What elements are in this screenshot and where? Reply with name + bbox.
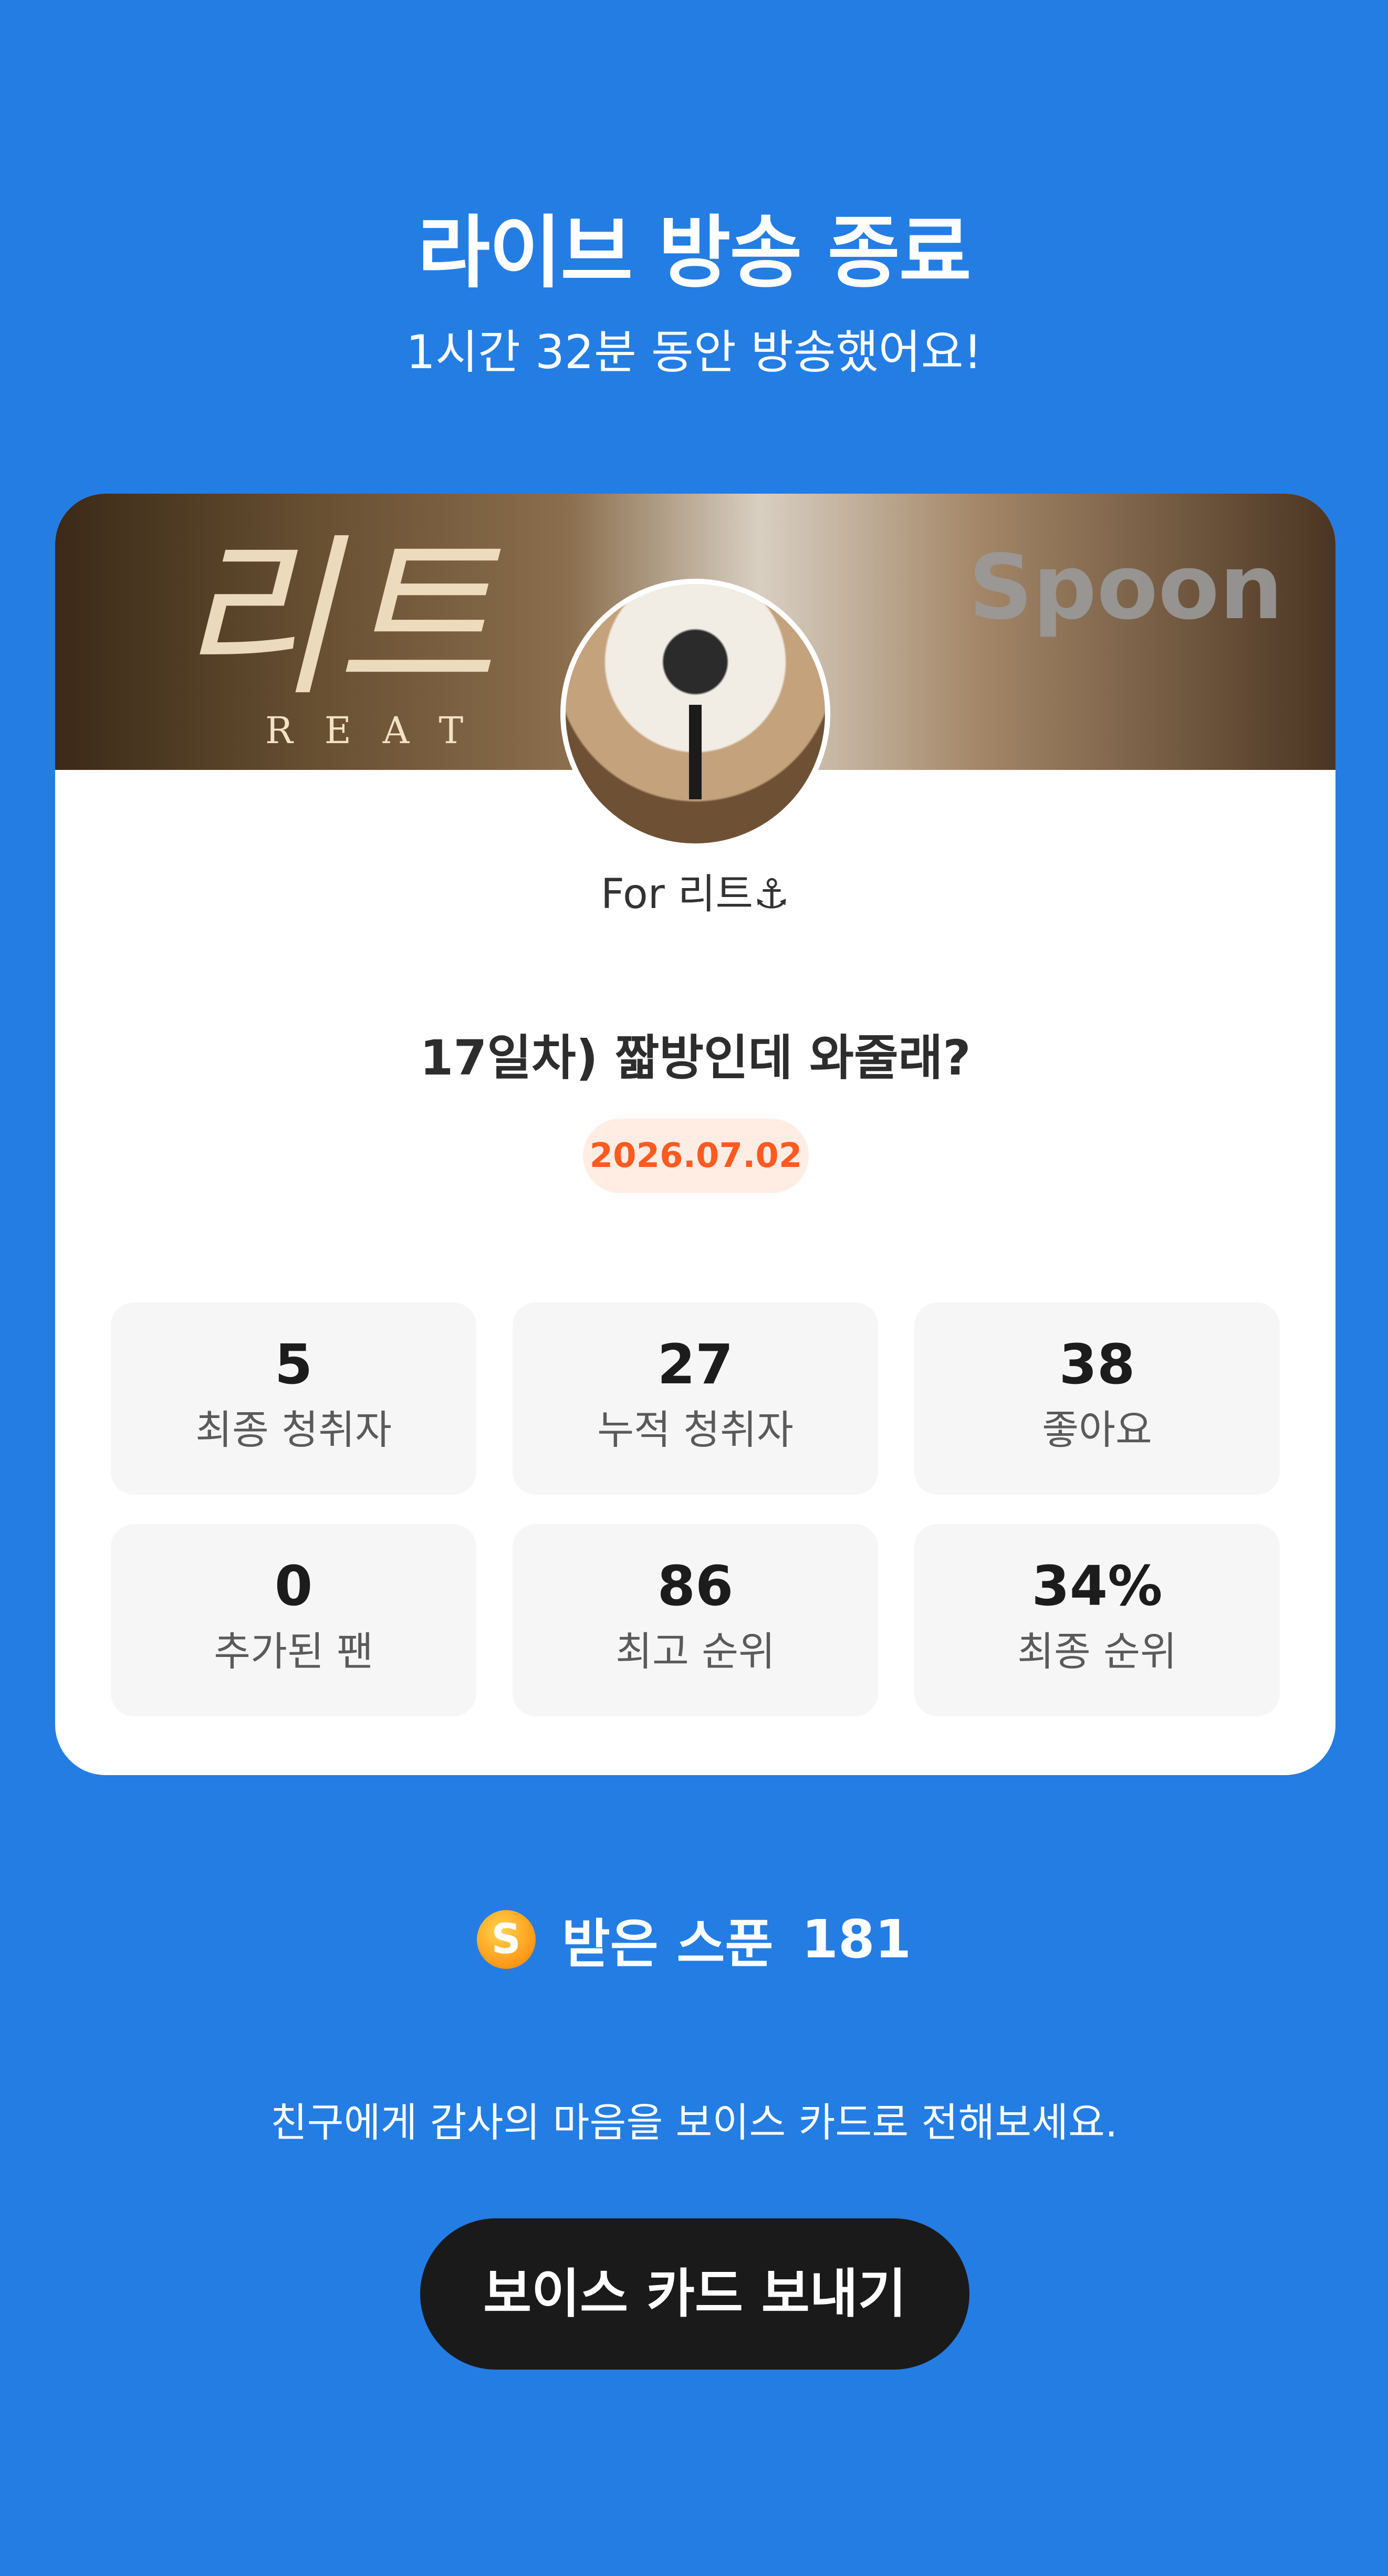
- stat-likes: 38 좋아요: [914, 1302, 1280, 1495]
- banner-script-text: 리트: [176, 518, 495, 719]
- stat-value: 86: [657, 1554, 734, 1618]
- stat-value: 5: [274, 1332, 313, 1396]
- stat-label: 누적 청취자: [597, 1406, 794, 1453]
- send-voice-card-button[interactable]: 보이스 카드 보내기: [420, 2218, 969, 2370]
- stat-value: 0: [274, 1554, 313, 1618]
- live-title: 17일차) 짧방인데 와줄래?: [420, 1030, 971, 1086]
- host-avatar[interactable]: [560, 579, 830, 849]
- page-title: 라이브 방송 종료: [418, 207, 971, 299]
- stat-value: 27: [657, 1332, 734, 1396]
- spoon-coin-icon: S: [476, 1910, 536, 1969]
- stat-label: 추가된 팬: [214, 1628, 373, 1675]
- stat-final-rank: 34% 최종 순위: [914, 1524, 1280, 1716]
- stats-grid: 5 최종 청취자 27 누적 청취자 38 좋아요 0 추가된 팬 86 최고 …: [111, 1302, 1280, 1716]
- stat-label: 최종 순위: [1017, 1628, 1177, 1675]
- stat-value: 38: [1059, 1332, 1135, 1396]
- stat-final-listeners: 5 최종 청취자: [111, 1302, 476, 1495]
- stat-label: 좋아요: [1042, 1406, 1152, 1453]
- thanks-message: 친구에게 감사의 마음을 보이스 카드로 전해보세요.: [270, 2099, 1118, 2146]
- summary-card: 리트 REAT Spoon For 리트⚓ 17일차) 짧방인데 와줄래? 20…: [55, 494, 1335, 1775]
- banner-sub-text: REAT: [265, 709, 495, 752]
- received-spoons: S 받은 스푼 181: [0, 1901, 1388, 1977]
- host-name: For 리트⚓: [600, 871, 790, 918]
- date-badge: 2026.07.02: [583, 1119, 809, 1193]
- stat-total-listeners: 27 누적 청취자: [513, 1302, 878, 1495]
- stat-value: 34%: [1031, 1554, 1163, 1618]
- spoons-count: 181: [801, 1908, 912, 1970]
- avatar-detail: [689, 705, 702, 799]
- stat-label: 최종 청취자: [195, 1406, 392, 1453]
- stat-best-rank: 86 최고 순위: [513, 1524, 878, 1716]
- stat-label: 최고 순위: [615, 1628, 775, 1675]
- brand-watermark: Spoon: [968, 536, 1283, 640]
- spoons-label: 받은 스푼: [561, 1913, 774, 1975]
- stat-new-fans: 0 추가된 팬: [111, 1524, 476, 1716]
- broadcast-duration: 1시간 32분 동안 방송했어요!: [406, 325, 982, 379]
